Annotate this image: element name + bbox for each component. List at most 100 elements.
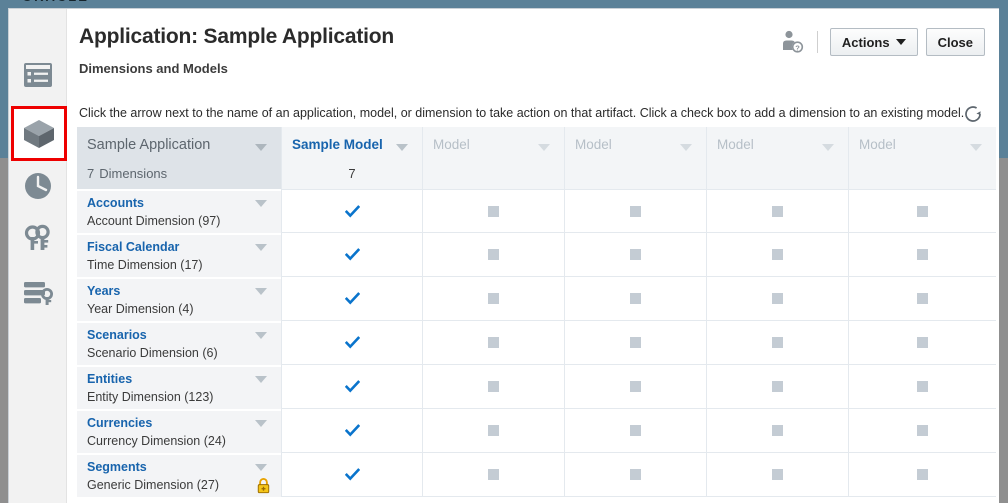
model-dimension-cell[interactable]: [848, 233, 996, 277]
model-dimension-cell[interactable]: [422, 453, 564, 497]
model-dimension-cell[interactable]: [281, 365, 422, 409]
dimension-card[interactable]: Accounts Account Dimension (97): [77, 190, 281, 233]
dimension-menu-arrow-icon[interactable]: [255, 288, 267, 295]
model-menu-arrow-icon[interactable]: [680, 144, 692, 151]
checkmark-icon[interactable]: [344, 379, 360, 394]
checkbox-unchecked[interactable]: [772, 205, 783, 217]
dimension-menu-arrow-icon[interactable]: [255, 420, 267, 427]
model-dimension-cell[interactable]: [564, 321, 706, 365]
dimension-card[interactable]: Entities Entity Dimension (123): [77, 366, 281, 409]
checkmark-icon[interactable]: [344, 291, 360, 306]
dimension-card[interactable]: Years Year Dimension (4): [77, 278, 281, 321]
checkbox-unchecked[interactable]: [488, 205, 499, 217]
lock-icon[interactable]: [256, 478, 271, 494]
model-dimension-cell[interactable]: [564, 409, 706, 453]
model-dimension-cell[interactable]: [706, 321, 848, 365]
checkbox-unchecked[interactable]: [630, 249, 641, 260]
dimension-menu-arrow-icon[interactable]: [255, 332, 267, 339]
checkbox-unchecked[interactable]: [917, 293, 928, 304]
checkmark-icon[interactable]: [344, 467, 360, 482]
model-dimension-cell[interactable]: [848, 189, 996, 233]
checkbox-unchecked[interactable]: [917, 381, 928, 392]
dimension-name[interactable]: Accounts: [87, 196, 144, 210]
dimension-menu-arrow-icon[interactable]: [255, 200, 267, 207]
checkbox-unchecked[interactable]: [917, 249, 928, 260]
sidebar-item-jobs[interactable]: [16, 164, 60, 208]
model-dimension-cell[interactable]: [564, 453, 706, 497]
dimension-menu-arrow-icon[interactable]: [255, 376, 267, 383]
dimension-card[interactable]: Scenarios Scenario Dimension (6): [77, 322, 281, 365]
checkmark-icon[interactable]: [344, 335, 360, 350]
checkbox-unchecked[interactable]: [488, 425, 499, 436]
model-dimension-cell[interactable]: [564, 233, 706, 277]
checkbox-unchecked[interactable]: [772, 293, 783, 304]
checkbox-unchecked[interactable]: [630, 425, 641, 436]
checkbox-unchecked[interactable]: [772, 249, 783, 260]
model-dimension-cell[interactable]: [848, 409, 996, 453]
model-menu-arrow-icon[interactable]: [970, 144, 982, 151]
checkbox-unchecked[interactable]: [772, 425, 783, 436]
model-dimension-cell[interactable]: [706, 277, 848, 321]
model-dimension-cell[interactable]: [706, 189, 848, 233]
dimension-name[interactable]: Fiscal Calendar: [87, 240, 179, 254]
model-dimension-cell[interactable]: [281, 321, 422, 365]
model-dimension-cell[interactable]: [281, 409, 422, 453]
checkmark-icon[interactable]: [344, 204, 360, 219]
model-dimension-cell[interactable]: [706, 453, 848, 497]
checkbox-unchecked[interactable]: [917, 337, 928, 348]
sidebar-item-data-security[interactable]: [16, 271, 60, 315]
checkbox-unchecked[interactable]: [630, 293, 641, 304]
model-dimension-cell[interactable]: [706, 233, 848, 277]
model-dimension-cell[interactable]: [422, 277, 564, 321]
sidebar-item-access[interactable]: [16, 217, 60, 261]
model-dimension-cell[interactable]: [281, 453, 422, 497]
checkbox-unchecked[interactable]: [630, 469, 641, 480]
model-dimension-cell[interactable]: [281, 189, 422, 233]
checkbox-unchecked[interactable]: [488, 249, 499, 260]
dimension-card[interactable]: Currencies Currency Dimension (24): [77, 410, 281, 453]
checkbox-unchecked[interactable]: [488, 337, 499, 348]
model-dimension-cell[interactable]: [422, 365, 564, 409]
dimension-menu-arrow-icon[interactable]: [255, 244, 267, 251]
dimension-name[interactable]: Currencies: [87, 416, 152, 430]
checkmark-icon[interactable]: [344, 423, 360, 438]
model-menu-arrow-icon[interactable]: [538, 144, 550, 151]
checkmark-icon[interactable]: [344, 247, 360, 262]
model-dimension-cell[interactable]: [281, 233, 422, 277]
checkbox-unchecked[interactable]: [488, 381, 499, 392]
refresh-icon[interactable]: [961, 102, 985, 126]
model-dimension-cell[interactable]: [564, 365, 706, 409]
actions-button[interactable]: Actions: [829, 28, 918, 56]
checkbox-unchecked[interactable]: [630, 381, 641, 392]
close-button[interactable]: Close: [925, 28, 985, 56]
dimension-name[interactable]: Entities: [87, 372, 132, 386]
model-dimension-cell[interactable]: [422, 409, 564, 453]
sidebar-item-forms[interactable]: [16, 53, 60, 97]
dimension-name[interactable]: Scenarios: [87, 328, 147, 342]
model-menu-arrow-icon[interactable]: [822, 144, 834, 151]
checkbox-unchecked[interactable]: [917, 205, 928, 217]
model-dimension-cell[interactable]: [422, 189, 564, 233]
model-dimension-cell[interactable]: [706, 409, 848, 453]
dimension-card[interactable]: Segments Generic Dimension (27): [77, 454, 281, 497]
dimension-name[interactable]: Segments: [87, 460, 147, 474]
sidebar-item-dimensions[interactable]: [11, 106, 67, 161]
model-dimension-cell[interactable]: [848, 277, 996, 321]
model-dimension-cell[interactable]: [848, 453, 996, 497]
checkbox-unchecked[interactable]: [917, 425, 928, 436]
model-dimension-cell[interactable]: [422, 321, 564, 365]
application-menu-arrow-icon[interactable]: [255, 144, 267, 151]
model-name[interactable]: Sample Model: [292, 137, 383, 152]
model-dimension-cell[interactable]: [848, 321, 996, 365]
checkbox-unchecked[interactable]: [630, 205, 641, 217]
model-dimension-cell[interactable]: [564, 277, 706, 321]
checkbox-unchecked[interactable]: [488, 469, 499, 480]
checkbox-unchecked[interactable]: [488, 293, 499, 304]
dimension-card[interactable]: Fiscal Calendar Time Dimension (17): [77, 234, 281, 277]
checkbox-unchecked[interactable]: [772, 469, 783, 480]
dimension-menu-arrow-icon[interactable]: [255, 464, 267, 471]
user-help-icon[interactable]: ?: [779, 29, 805, 55]
checkbox-unchecked[interactable]: [772, 381, 783, 392]
checkbox-unchecked[interactable]: [772, 337, 783, 348]
checkbox-unchecked[interactable]: [630, 337, 641, 348]
